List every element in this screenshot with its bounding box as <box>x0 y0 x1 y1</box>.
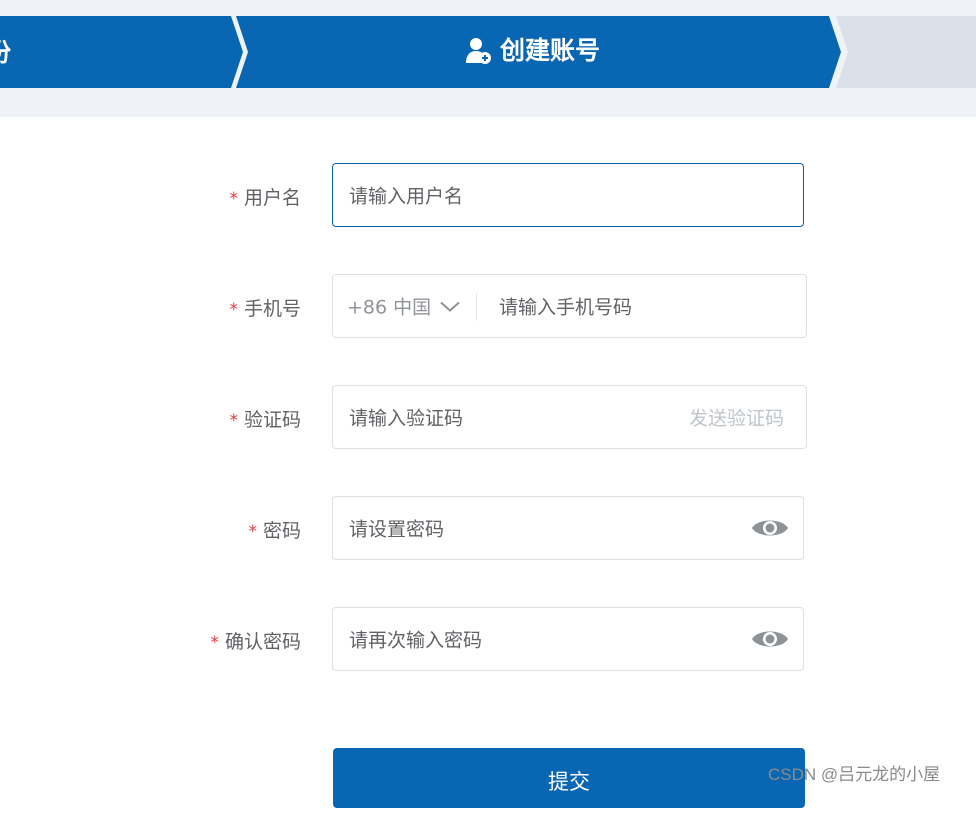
username-placeholder: 请输入用户名 <box>349 185 464 208</box>
code-field: 请输入验证码 发送验证码 <box>332 385 807 449</box>
required-mark: * <box>229 189 238 209</box>
required-mark: * <box>248 522 257 542</box>
step-previous-label: 份 <box>0 38 11 68</box>
password-label: * 密码 <box>248 519 301 544</box>
phone-input[interactable]: 请输入手机号码 <box>499 293 632 320</box>
phone-label: * 手机号 <box>229 297 301 322</box>
code-input[interactable]: 请输入验证码 <box>349 404 463 431</box>
step-current-label: 创建账号 <box>500 36 601 65</box>
required-mark: * <box>210 633 219 653</box>
step-next <box>836 16 976 88</box>
password-field[interactable]: 请设置密码 <box>332 496 804 560</box>
confirm-password-field[interactable]: 请再次输入密码 <box>332 607 804 671</box>
step-current-title: 创建账号 <box>466 36 600 66</box>
eye-icon[interactable] <box>751 516 789 540</box>
watermark: CSDN @吕元龙的小屋 <box>768 765 941 784</box>
username-label-text: 用户名 <box>243 187 301 209</box>
country-code-select[interactable]: +86 中国 <box>347 293 461 320</box>
required-mark: * <box>229 411 238 431</box>
submit-button[interactable]: 提交 <box>333 748 805 808</box>
confirm-password-placeholder: 请再次输入密码 <box>349 629 483 652</box>
required-mark: * <box>229 300 238 320</box>
eye-icon[interactable] <box>751 627 789 651</box>
code-label: * 验证码 <box>229 408 301 433</box>
confirm-password-label: * 确认密码 <box>210 630 301 655</box>
country-code-value: +86 中国 <box>347 296 432 319</box>
phone-divider <box>476 293 477 321</box>
phone-field: +86 中国 请输入手机号码 <box>332 274 807 338</box>
password-label-text: 密码 <box>262 520 301 542</box>
send-code-button[interactable]: 发送验证码 <box>689 404 784 431</box>
username-input[interactable]: 请输入用户名 <box>332 163 804 227</box>
user-plus-icon <box>466 38 491 64</box>
step-previous <box>0 16 243 88</box>
password-placeholder: 请设置密码 <box>349 518 445 541</box>
chevron-down-icon <box>440 301 460 312</box>
code-label-text: 验证码 <box>243 409 301 431</box>
phone-label-text: 手机号 <box>243 298 301 320</box>
username-label: * 用户名 <box>229 186 301 211</box>
confirm-password-label-text: 确认密码 <box>224 631 301 653</box>
